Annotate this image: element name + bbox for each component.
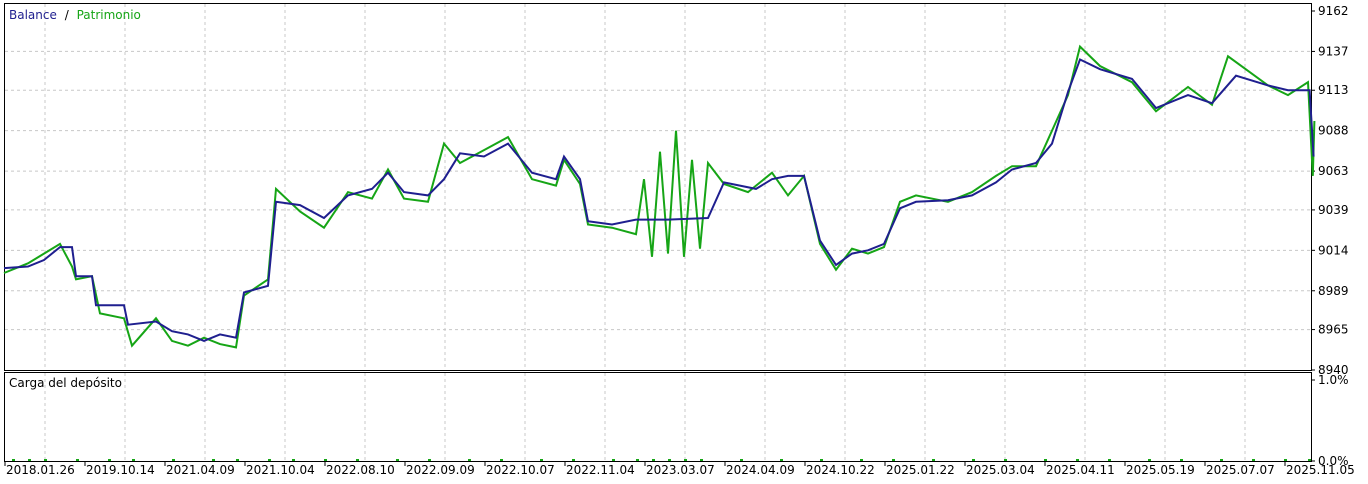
deposit-load-bar [820, 459, 823, 461]
y-tick-label: 9014 [1318, 243, 1349, 257]
y-tick-label: 9039 [1318, 203, 1349, 217]
y-tick-label: 9162 [1318, 4, 1349, 18]
x-tick-label: 2025.01.22 [886, 463, 955, 477]
x-tick-label: 2025.11.05 [1286, 463, 1355, 477]
deposit-load-bar [428, 459, 431, 461]
deposit-load-bar [700, 459, 703, 461]
deposit-load-bar [1284, 459, 1287, 461]
y-tick-label: 9088 [1318, 124, 1349, 138]
y-tick-label: 9063 [1318, 164, 1349, 178]
deposit-load-bar [1044, 459, 1047, 461]
deposit-load-bar [108, 459, 111, 461]
x-tick-label: 2025.05.19 [1126, 463, 1195, 477]
deposit-load-bar [1076, 459, 1079, 461]
deposit-load-bar [292, 459, 295, 461]
deposit-load-bar [572, 459, 575, 461]
deposit-load-bar [636, 459, 639, 461]
chart-container: 9162 9137 9113 9088 9063 9039 9014 8989 8965 8940… [0, 0, 1368, 481]
deposit-load-bar [1220, 459, 1223, 461]
deposit-load-bar [740, 459, 743, 461]
deposit-load-bar [540, 459, 543, 461]
deposit-load-bar [236, 459, 239, 461]
deposit-load-bar [500, 459, 503, 461]
deposit-load-bar [28, 459, 31, 461]
deposit-load-bar [44, 459, 47, 461]
x-tick-label: 2018.01.26 [6, 463, 75, 477]
deposit-load-bar [684, 459, 687, 461]
deposit-load-panel: 1.0%0.0% Carga del depósito [4, 372, 1349, 468]
deposit-load-bar [324, 459, 327, 461]
deposit-load-bar [396, 459, 399, 461]
y-tick-label: 1.0% [1318, 373, 1349, 387]
deposit-load-bar [1252, 459, 1255, 461]
deposit-load-bar [268, 459, 271, 461]
deposit-load-bar [1180, 459, 1183, 461]
deposit-load-bar [356, 459, 359, 461]
main-panel: 9162913791139088906390399014898989658940… [3, 3, 1349, 377]
y-tick-label: 9113 [1318, 83, 1349, 97]
deposit-load-bar [1308, 459, 1311, 461]
deposit-load-bar [652, 459, 655, 461]
x-tick-label: 2022.10.07 [486, 463, 555, 477]
deposit-load-bar [468, 459, 471, 461]
x-tick-label: 2024.04.09 [726, 463, 795, 477]
deposit-load-bar [668, 459, 671, 461]
x-tick-label: 2023.03.07 [646, 463, 715, 477]
deposit-load-bar [1108, 459, 1111, 461]
deposit-load-title: Carga del depósito [9, 376, 122, 390]
x-tick-label: 2025.07.07 [1206, 463, 1275, 477]
x-tick-label: 2021.04.09 [166, 463, 235, 477]
deposit-load-bar [892, 459, 895, 461]
deposit-load-bar [860, 459, 863, 461]
legend-balance: Balance [9, 8, 57, 22]
chart-svg: 9162913791139088906390399014898989658940… [3, 3, 1355, 477]
legend-equity: Patrimonio [77, 8, 141, 22]
x-tick-label: 2019.10.14 [86, 463, 155, 477]
deposit-load-bar [972, 459, 975, 461]
deposit-load-y-ticks: 1.0%0.0% [1311, 373, 1349, 468]
x-axis: 2018.01.26 2019.10.14 2021.04.09 2021.10.04… [4, 462, 1355, 477]
x-tick-label: 2021.10.04 [246, 463, 315, 477]
deposit-load-bar [212, 459, 215, 461]
x-tick-label: 2025.03.04 [966, 463, 1035, 477]
deposit-load-bar [132, 459, 135, 461]
main-y-ticks: 9162913791139088906390399014898989658940 [1311, 4, 1349, 377]
deposit-load-frame [4, 372, 1312, 462]
y-tick-label: 8989 [1318, 284, 1349, 298]
x-tick-label: 2022.09.09 [406, 463, 475, 477]
deposit-load-bar [12, 459, 15, 461]
deposit-load-bar [932, 459, 935, 461]
x-tick-label: 2025.04.11 [1046, 463, 1115, 477]
y-tick-label: 9137 [1318, 44, 1349, 58]
deposit-load-bar [612, 459, 615, 461]
x-tick-label: 2022.11.04 [566, 463, 635, 477]
legend-separator: / [65, 8, 70, 22]
x-tick-label: 2022.08.10 [326, 463, 395, 477]
deposit-load-bar [1004, 459, 1007, 461]
y-tick-label: 8965 [1318, 323, 1349, 337]
deposit-load-bar [1148, 459, 1151, 461]
x-tick-label: 2024.10.22 [806, 463, 875, 477]
deposit-load-bar [780, 459, 783, 461]
deposit-load-bar [172, 459, 175, 461]
deposit-load-bar [76, 459, 79, 461]
